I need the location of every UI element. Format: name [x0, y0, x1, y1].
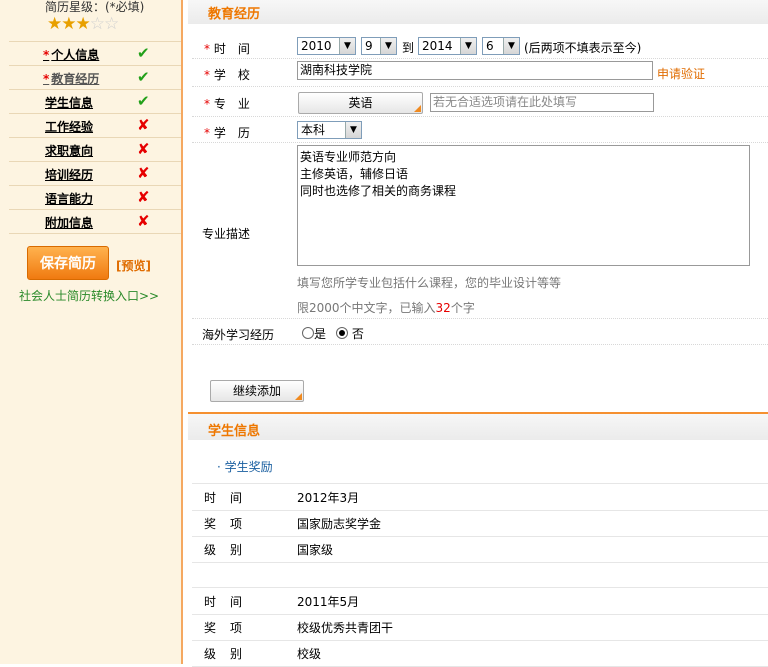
award-name-value: 国家励志奖学金	[297, 517, 382, 531]
school-label: * 学 校	[204, 68, 250, 82]
radio-icon[interactable]	[302, 327, 314, 339]
sidebar-item-work-experience[interactable]: 工作经验 ✘	[9, 114, 181, 138]
overseas-no-option[interactable]: 否	[336, 325, 364, 342]
section-title: 学生信息	[208, 424, 261, 439]
awards-subtitle: · 学生奖励	[217, 460, 273, 474]
sidebar-item-label[interactable]: 求职意向	[45, 144, 93, 158]
chevron-down-icon[interactable]: ▼	[503, 38, 519, 54]
award-name-row: 奖项 国家励志奖学金	[192, 510, 768, 537]
star-filled-icon[interactable]: ★★★	[47, 14, 91, 34]
chevron-down-icon[interactable]: ▼	[380, 38, 396, 54]
cross-icon: ✘	[137, 116, 150, 134]
cross-icon: ✘	[137, 212, 150, 230]
award-time-row: 时间 2012年3月	[192, 484, 768, 511]
award-time-row: 时间 2011年5月	[192, 588, 768, 615]
award-level-value: 国家级	[297, 543, 334, 557]
award-level-row: 级别 校级	[192, 640, 768, 667]
start-month-select[interactable]: 9 ▼	[361, 37, 397, 55]
sidebar-item-personal-info[interactable]: * 个人信息 ✔	[9, 42, 181, 66]
student-section-header: 学生信息	[188, 412, 768, 440]
radio-selected-icon[interactable]	[336, 327, 348, 339]
to-label: 到	[402, 41, 415, 55]
degree-select[interactable]: 本科 ▼	[297, 121, 362, 139]
divider	[192, 142, 768, 143]
award-level-value: 校级	[297, 647, 322, 661]
award-time-value: 2011年5月	[297, 595, 360, 609]
divider	[192, 116, 768, 117]
resume-section-menu: * 个人信息 ✔ * 教育经历 ✔ 学生信息 ✔ 工作经验 ✘ 求职意向 ✘ 培训经…	[9, 41, 181, 234]
sidebar-item-additional-info[interactable]: 附加信息 ✘	[9, 210, 181, 234]
rating-stars[interactable]: ★★★☆☆	[47, 14, 120, 34]
time-note: (后两项不填表示至今)	[524, 41, 642, 55]
sidebar-item-label[interactable]: 语言能力	[45, 192, 93, 206]
save-resume-button[interactable]: 保存简历	[27, 246, 109, 280]
degree-label: * 学 历	[204, 126, 250, 140]
sidebar-item-education[interactable]: * 教育经历 ✔	[9, 66, 181, 90]
major-label: * 专 业	[204, 97, 250, 111]
award-name-row: 奖项 校级优秀共青团干	[192, 614, 768, 641]
description-hint: 填写您所学专业包括什么课程，您的毕业设计等等	[297, 276, 562, 290]
cross-icon: ✘	[137, 188, 150, 206]
cross-icon: ✘	[137, 164, 150, 182]
check-icon: ✔	[137, 68, 150, 86]
sidebar-item-training[interactable]: 培训经历 ✘	[9, 162, 181, 186]
check-icon: ✔	[137, 92, 150, 110]
sidebar: 简历星级：(*必填) ★★★☆☆ * 个人信息 ✔ * 教育经历 ✔ 学生信息 ✔ …	[0, 0, 183, 664]
end-month-select[interactable]: 6 ▼	[482, 37, 520, 55]
sidebar-item-label[interactable]: 工作经验	[45, 120, 93, 134]
char-limit-text: 限2000个中文字，已输入32个字	[297, 301, 475, 315]
overseas-label: 海外学习经历	[202, 328, 275, 342]
overseas-yes-option[interactable]: 是	[302, 325, 326, 342]
sidebar-item-label[interactable]: 附加信息	[45, 216, 93, 230]
sidebar-item-label[interactable]: 教育经历	[51, 72, 99, 86]
rating-label: 简历星级：(*必填)	[45, 0, 145, 14]
divider	[192, 86, 768, 87]
preview-link[interactable]: [预览]	[116, 257, 151, 274]
section-title: 教育经历	[208, 7, 261, 22]
sidebar-item-job-intention[interactable]: 求职意向 ✘	[9, 138, 181, 162]
star-empty-icon[interactable]: ☆☆	[90, 14, 120, 34]
chevron-down-icon[interactable]: ▼	[339, 38, 355, 54]
sidebar-item-label[interactable]: 学生信息	[45, 96, 93, 110]
major-select-button[interactable]: 英语	[298, 92, 423, 114]
description-label: 专业描述	[202, 227, 251, 241]
school-input[interactable]: 湖南科技学院	[297, 61, 653, 80]
chevron-down-icon[interactable]: ▼	[460, 38, 476, 54]
start-year-select[interactable]: 2010 ▼	[297, 37, 356, 55]
chevron-down-icon[interactable]: ▼	[345, 122, 361, 138]
award-level-row: 级别 国家级	[192, 536, 768, 563]
sidebar-item-language[interactable]: 语言能力 ✘	[9, 186, 181, 210]
divider	[192, 58, 768, 59]
major-custom-input[interactable]: 若无合适选项请在此处填写	[430, 93, 654, 112]
add-more-button[interactable]: 继续添加	[210, 380, 304, 402]
time-label: * 时 间	[204, 42, 250, 56]
divider	[192, 344, 768, 345]
end-year-select[interactable]: 2014 ▼	[418, 37, 477, 55]
convert-resume-link[interactable]: 社会人士简历转换入口>>	[19, 287, 159, 304]
award-name-value: 校级优秀共青团干	[297, 621, 394, 635]
award-time-value: 2012年3月	[297, 491, 360, 505]
divider	[192, 318, 768, 319]
verify-link[interactable]: 申请验证	[657, 65, 705, 82]
major-description-textarea[interactable]: 英语专业师范方向 主修英语，辅修日语 同时也选修了相关的商务课程	[297, 145, 750, 266]
sidebar-item-label[interactable]: 个人信息	[51, 48, 99, 62]
check-icon: ✔	[137, 44, 150, 62]
sidebar-item-student-info[interactable]: 学生信息 ✔	[9, 90, 181, 114]
cross-icon: ✘	[137, 140, 150, 158]
education-section-header: 教育经历	[188, 0, 768, 24]
sidebar-item-label[interactable]: 培训经历	[45, 168, 93, 182]
